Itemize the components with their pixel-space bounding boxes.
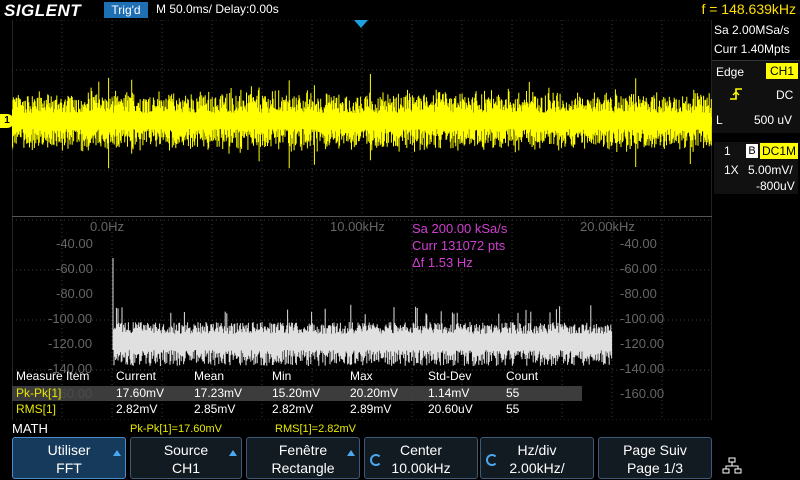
trigger-status-badge: Trig'd [104, 2, 148, 18]
softkey-next-page[interactable]: Page Suiv Page 1/3 [598, 437, 712, 479]
fft-x-tick-label: 20.00kHz [580, 219, 635, 234]
arrow-up-icon [229, 450, 237, 456]
measure-column-header: Mean [194, 369, 225, 383]
fft-y-tick-label-left: -40.00 [56, 236, 93, 251]
measure-cell: 2.82mV [272, 402, 314, 416]
trigger-type: Edge [716, 65, 745, 79]
trigger-coupling: DC [776, 88, 794, 102]
sample-rate-readout: Sa 2.00MSa/s [714, 23, 790, 37]
measure-column-header: Max [350, 369, 373, 383]
softkey-label: Hz/div [517, 442, 557, 458]
measure-cell: RMS[1] [16, 402, 57, 416]
measure-cell: 17.23mV [194, 386, 243, 400]
fft-y-tick-label-right: -40.00 [620, 236, 657, 251]
measure-cell: 2.85mV [194, 402, 236, 416]
table-row: Pk-Pk[1] 17.60mV 17.23mV 15.20mV 20.20mV 1.14… [12, 386, 582, 401]
fft-y-tick-label-right: -80.00 [620, 286, 657, 301]
trigger-level-label: L [716, 113, 723, 127]
ch1-offset-marker[interactable]: 1 [0, 114, 14, 128]
softkey-operator[interactable]: Utiliser FFT [12, 437, 126, 479]
ch1-probe: 1X [724, 163, 739, 177]
fft-y-tick-label-left: -60.00 [56, 261, 93, 276]
measure-cell: 55 [506, 386, 520, 400]
softkey-label: Page Suiv [623, 442, 687, 458]
brand-logo: SIGLENT [4, 1, 82, 20]
measure-cell: 2.82mV [116, 402, 158, 416]
fft-points: Curr 131072 pts [412, 238, 506, 253]
fft-y-tick-label-right: -140.00 [620, 361, 665, 376]
memory-depth-readout: Curr 1.40Mpts [714, 42, 791, 56]
ch1-offset: -800uV [756, 179, 795, 193]
softkey-label: Source [163, 442, 209, 458]
fft-sample-rate: Sa 200.00 kSa/s [412, 221, 508, 236]
fft-x-tick-label: 0.0Hz [90, 219, 124, 234]
bandwidth-limit-badge: B [746, 144, 758, 158]
network-icon [722, 457, 742, 475]
table-row: RMS[1] 2.82mV 2.85mV 2.82mV 2.89mV 20.60uV 55 [12, 402, 582, 417]
rotary-knob-icon [486, 454, 498, 466]
softkey-value: CH1 [171, 460, 200, 476]
measure-cell: 15.20mV [272, 386, 321, 400]
softkey-label: Utiliser [47, 442, 91, 458]
timebase-readout: M 50.0ms/ Delay:0.00s [156, 2, 279, 16]
measure-column-header: Count [506, 369, 539, 383]
softkey-value: Rectangle [271, 460, 335, 476]
rising-edge-icon [728, 86, 744, 102]
measure-column-header: Current [116, 369, 157, 383]
softkey-value: FFT [56, 460, 82, 476]
softkey-center[interactable]: Center 10.00kHz [364, 437, 478, 479]
softkey-value: 2.00kHz/ [509, 460, 565, 476]
measure-cell: 20.60uV [428, 402, 473, 416]
softkey-label: Fenêtre [278, 442, 328, 458]
measure-column-header: Measure Item [16, 369, 90, 383]
arrow-up-icon [347, 450, 355, 456]
trigger-level-value: 500 uV [754, 113, 793, 127]
fft-y-tick-label-right: -160.00 [620, 386, 665, 401]
measure-column-header: Std-Dev [428, 369, 472, 383]
fft-y-tick-label-right: -120.00 [620, 336, 665, 351]
measure-cell: 20.20mV [350, 386, 399, 400]
fft-y-tick-label-left: -120.00 [48, 336, 93, 351]
fft-info: Sa 200.00 kSa/s Curr 131072 pts Δf 1.53 … [412, 220, 507, 271]
softkey-value: 10.00kHz [391, 460, 451, 476]
split-divider [12, 216, 712, 217]
softkey-label: Center [399, 442, 443, 458]
measure-cell: 1.14mV [428, 386, 470, 400]
fft-y-tick-label-left: -100.00 [48, 311, 93, 326]
softkey-source[interactable]: Source CH1 [130, 437, 242, 479]
softkey-window[interactable]: Fenêtre Rectangle [246, 437, 360, 479]
fft-y-tick-label-right: -60.00 [620, 261, 657, 276]
ch1-scale: 5.00mV/ [748, 163, 793, 177]
fft-y-tick-label-left: -80.00 [56, 286, 93, 301]
softkey-value: Page 1/3 [626, 460, 684, 476]
fft-resolution: Δf 1.53 Hz [412, 255, 473, 270]
menu-title: MATH [12, 421, 48, 436]
trigger-source-badge: CH1 [766, 63, 798, 79]
measure-cell: 55 [506, 402, 520, 416]
measure-table: Measure Item Current Mean Min Max Std-Dev Coun… [12, 368, 582, 418]
measure-cell: 17.60mV [116, 386, 165, 400]
measure-cell: 2.89mV [350, 402, 392, 416]
trigger-position-marker-icon [354, 20, 368, 28]
pkpk-summary: Pk-Pk[1]=17.60mV [130, 423, 223, 435]
measure-column-header: Min [272, 369, 292, 383]
ch1-number: 1 [724, 144, 731, 158]
rms-summary: RMS[1]=2.82mV [275, 423, 357, 435]
fft-y-tick-label-right: -100.00 [620, 311, 665, 326]
rotary-knob-icon [370, 454, 382, 466]
ch1-coupling-badge: DC1M [760, 143, 798, 159]
softkey-hz-div[interactable]: Hz/div 2.00kHz/ [480, 437, 594, 479]
fft-x-tick-label: 10.00kHz [330, 219, 385, 234]
measure-cell: Pk-Pk[1] [16, 386, 62, 400]
arrow-up-icon [113, 450, 121, 456]
frequency-counter: f = 148.639kHz [701, 1, 796, 17]
measure-header-row: Measure Item Current Mean Min Max Std-Dev Coun… [12, 368, 582, 384]
